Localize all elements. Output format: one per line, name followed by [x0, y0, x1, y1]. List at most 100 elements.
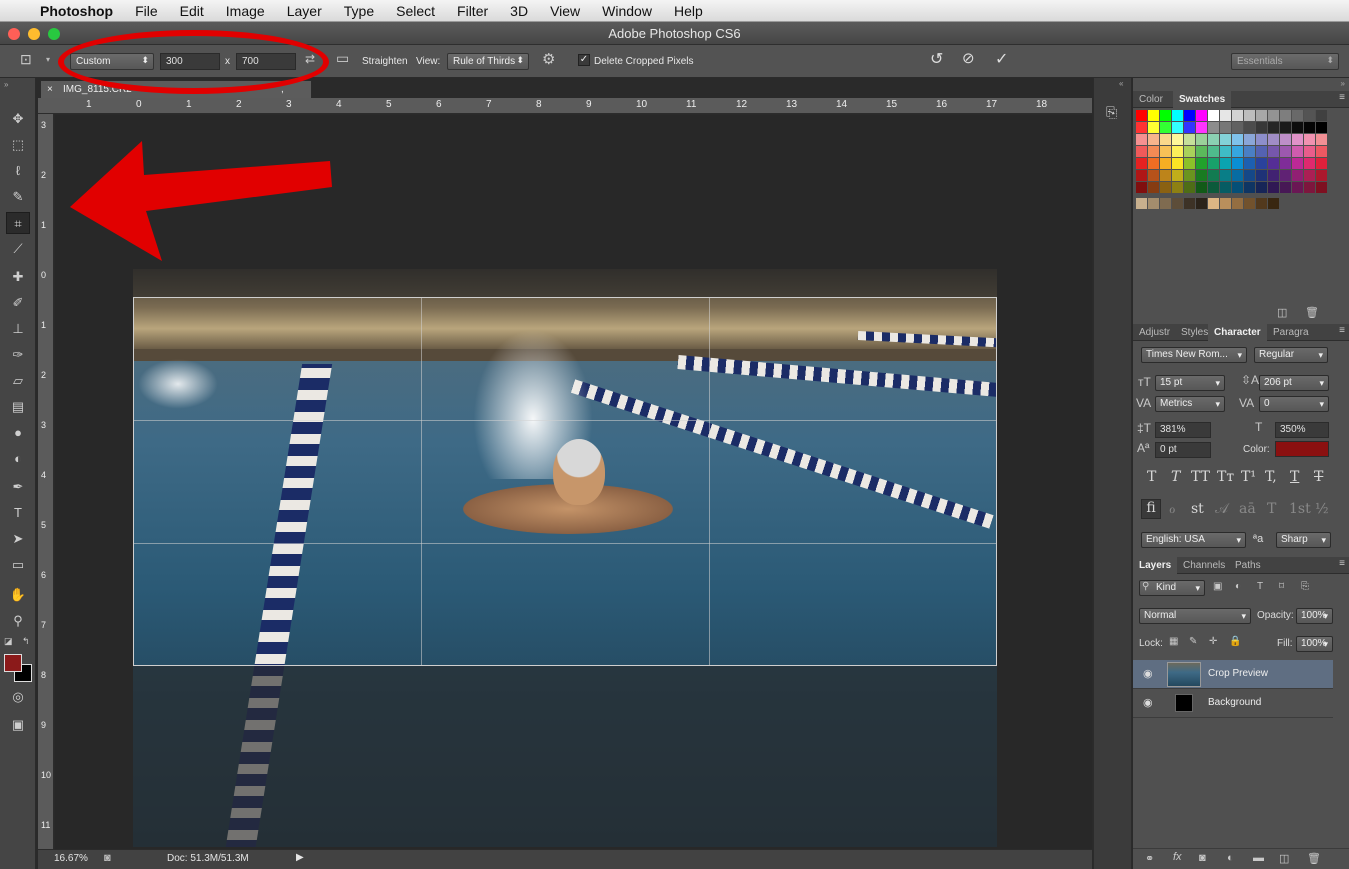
swatch[interactable]	[1220, 158, 1231, 169]
swatch[interactable]	[1148, 146, 1159, 157]
swatch[interactable]	[1304, 146, 1315, 157]
delete-swatch-icon[interactable]: 🗑	[1305, 306, 1319, 319]
workspace-select[interactable]: Essentials	[1231, 53, 1339, 70]
tab-character[interactable]: Character	[1208, 324, 1267, 341]
layer-name[interactable]: Crop Preview	[1208, 668, 1268, 679]
tab-channels[interactable]: Channels	[1177, 557, 1231, 574]
swatch[interactable]	[1244, 198, 1255, 209]
swatch[interactable]	[1184, 198, 1195, 209]
swatch[interactable]	[1148, 158, 1159, 169]
path-select-icon[interactable]: ➤	[6, 528, 30, 550]
type-icon[interactable]: T	[6, 502, 30, 524]
swatch[interactable]	[1304, 122, 1315, 133]
swatch[interactable]	[1220, 198, 1231, 209]
lock-image-icon[interactable]: ✎	[1189, 636, 1197, 647]
layer-row-crop-preview[interactable]: ◉ Crop Preview	[1133, 660, 1333, 689]
menu-select[interactable]: Select	[396, 3, 435, 19]
swatch[interactable]	[1208, 122, 1219, 133]
swatch[interactable]	[1256, 122, 1267, 133]
tab-color[interactable]: Color	[1133, 91, 1169, 108]
opacity-input[interactable]: 100%	[1296, 608, 1333, 624]
swatch[interactable]	[1256, 170, 1267, 181]
layer-style-icon[interactable]: fx	[1173, 851, 1182, 863]
swatch[interactable]	[1148, 170, 1159, 181]
swatch[interactable]	[1136, 122, 1147, 133]
swatch[interactable]	[1304, 182, 1315, 193]
swatch[interactable]	[1280, 134, 1291, 145]
collapse-panels-icon[interactable]: »	[1341, 79, 1345, 88]
swatches-grid[interactable]	[1133, 109, 1349, 309]
lock-position-icon[interactable]: ✛	[1209, 636, 1217, 647]
lock-transparent-icon[interactable]: ▦	[1169, 636, 1178, 647]
swatch[interactable]	[1196, 146, 1207, 157]
swatch[interactable]	[1172, 122, 1183, 133]
swatch[interactable]	[1196, 134, 1207, 145]
antialias-select[interactable]: Sharp	[1276, 532, 1331, 548]
menu-edit[interactable]: Edit	[180, 3, 204, 19]
blend-mode-select[interactable]: Normal	[1139, 608, 1251, 624]
underline-button[interactable]: T	[1290, 469, 1299, 485]
swatch[interactable]	[1148, 182, 1159, 193]
swatch[interactable]	[1316, 170, 1327, 181]
fill-input[interactable]: 100%	[1296, 636, 1333, 652]
new-swatch-icon[interactable]: ◫	[1277, 306, 1287, 319]
add-mask-icon[interactable]: ◙	[1199, 852, 1206, 864]
leading-select[interactable]: 206 pt	[1259, 375, 1329, 391]
swatch[interactable]	[1244, 146, 1255, 157]
layers-menu-icon[interactable]: ≡	[1339, 558, 1345, 569]
swatch[interactable]	[1304, 158, 1315, 169]
swatch[interactable]	[1244, 110, 1255, 121]
swatch[interactable]	[1172, 198, 1183, 209]
swatch[interactable]	[1280, 182, 1291, 193]
swap-colors-icon[interactable]: ↰	[22, 636, 30, 647]
swatch[interactable]	[1244, 158, 1255, 169]
swatch[interactable]	[1148, 110, 1159, 121]
swap-icon[interactable]: ⇄	[305, 52, 315, 69]
crop-icon[interactable]: ⌗	[6, 212, 30, 234]
swatch[interactable]	[1160, 110, 1171, 121]
fractions-button[interactable]: ½	[1315, 501, 1329, 517]
swatch[interactable]	[1292, 158, 1303, 169]
swatch[interactable]	[1268, 134, 1279, 145]
swatch[interactable]	[1208, 134, 1219, 145]
swatch[interactable]	[1208, 170, 1219, 181]
quick-mask-icon[interactable]: ◎	[6, 686, 30, 708]
font-family-select[interactable]: Times New Rom...	[1141, 347, 1247, 363]
ligatures-button[interactable]: fi	[1141, 499, 1161, 519]
superscript-button[interactable]: T¹	[1241, 469, 1256, 485]
swatch[interactable]	[1160, 198, 1171, 209]
tab-swatches[interactable]: Swatches	[1173, 91, 1232, 108]
swatch[interactable]	[1292, 182, 1303, 193]
crop-width-input[interactable]: 300	[160, 53, 220, 70]
zoom-icon[interactable]: ⚲	[6, 610, 30, 632]
menu-type[interactable]: Type	[344, 3, 374, 19]
subscript-button[interactable]: T,	[1265, 469, 1277, 485]
swatch[interactable]	[1208, 110, 1219, 121]
swatch[interactable]	[1280, 146, 1291, 157]
swatch[interactable]	[1268, 110, 1279, 121]
swatch[interactable]	[1268, 198, 1279, 209]
kerning-select[interactable]: Metrics	[1155, 396, 1225, 412]
swatch[interactable]	[1232, 158, 1243, 169]
overlay-view-select[interactable]: Rule of Thirds	[447, 53, 529, 70]
vertical-scale-input[interactable]: 381%	[1155, 422, 1211, 438]
filter-smart-icon[interactable]: ⎘	[1301, 581, 1309, 592]
commit-crop-icon[interactable]: ✓	[995, 49, 1008, 68]
faux-italic-button[interactable]: T	[1171, 469, 1180, 485]
crop-tool-preset-icon[interactable]: ⊡	[20, 51, 42, 68]
zoom-window-button[interactable]	[48, 28, 60, 40]
move-icon[interactable]: ✥	[6, 108, 30, 130]
swatch[interactable]	[1160, 170, 1171, 181]
swatch[interactable]	[1244, 182, 1255, 193]
menu-3d[interactable]: 3D	[510, 3, 528, 19]
swatch[interactable]	[1160, 134, 1171, 145]
eraser-icon[interactable]: ▱	[6, 370, 30, 392]
layer-name[interactable]: Background	[1208, 697, 1261, 708]
expand-dock-icon[interactable]: «	[1119, 79, 1123, 88]
filter-adjustment-icon[interactable]: ◐	[1235, 581, 1241, 592]
swatch[interactable]	[1172, 110, 1183, 121]
small-caps-button[interactable]: Tт	[1217, 469, 1234, 485]
text-color-swatch[interactable]	[1275, 441, 1329, 457]
swatch[interactable]	[1172, 146, 1183, 157]
swatch[interactable]	[1316, 110, 1327, 121]
